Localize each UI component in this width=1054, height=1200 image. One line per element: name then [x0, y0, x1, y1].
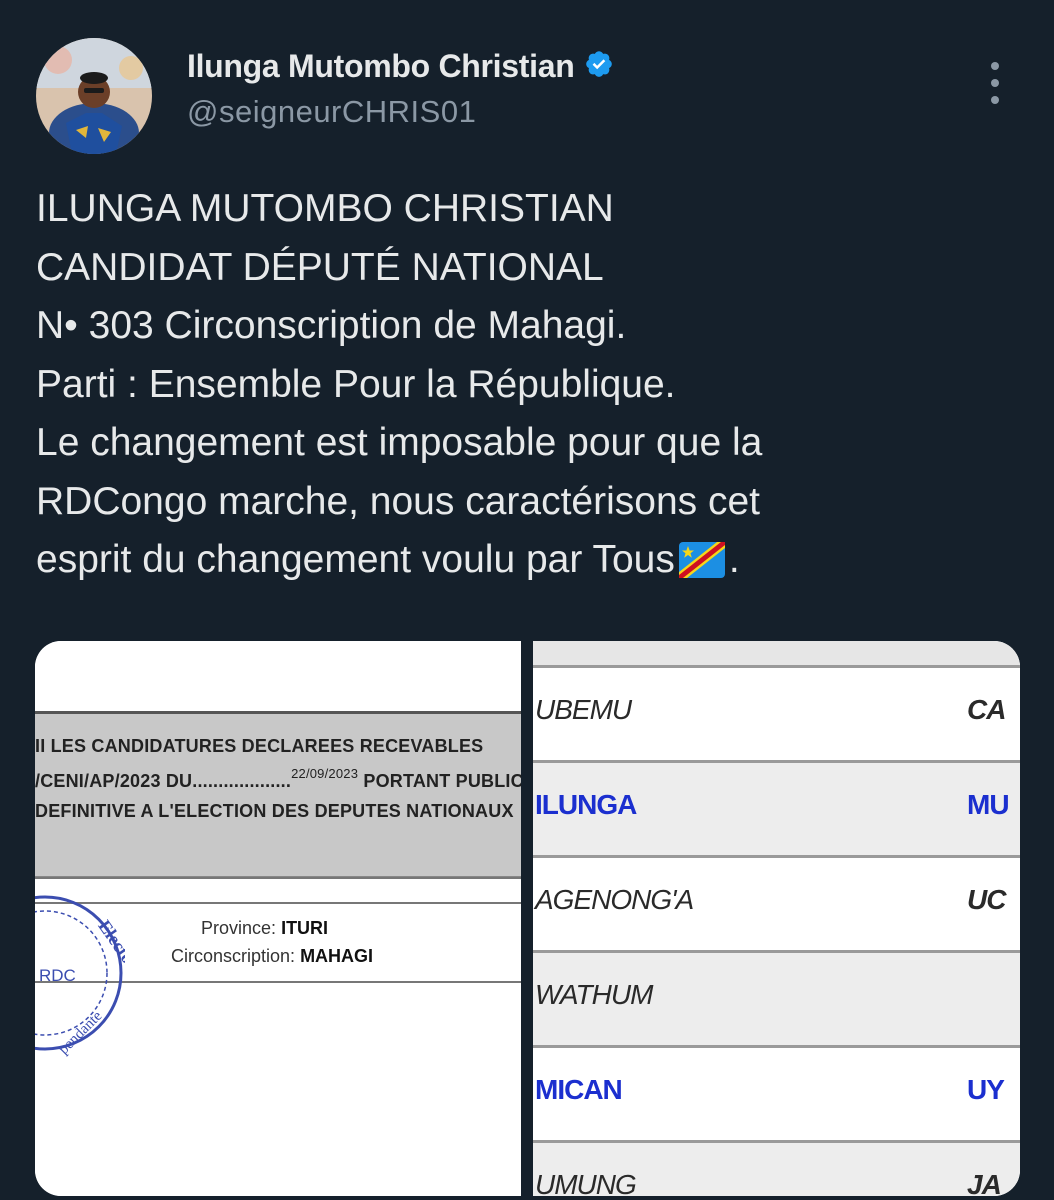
doc-heading-line-1: II LES CANDIDATURES DECLAREES RECEVABLES [35, 736, 484, 756]
circonscription-text: Circonscription: MAHAGI [171, 946, 374, 966]
media-divider [521, 641, 533, 1196]
tweet-media[interactable]: II LES CANDIDATURES DECLAREES RECEVABLES… [35, 641, 1020, 1196]
tweet-line: CANDIDAT DÉPUTÉ NATIONAL [36, 245, 604, 289]
tweet-line: RDCongo marche, nous caractérisons cet [36, 479, 760, 523]
province-text: Province: ITURI [201, 918, 329, 938]
more-options-icon[interactable] [984, 62, 1006, 104]
media-image-document[interactable]: II LES CANDIDATURES DECLAREES RECEVABLES… [35, 641, 521, 1196]
verified-badge-icon [584, 49, 614, 84]
media-image-candidate-list[interactable]: UBEMU CA ILUNGA MU AGENONG'A UC WATHUM M… [533, 641, 1020, 1196]
tweet-line: Le changement est imposable pour que la [36, 421, 763, 464]
svg-text:RDC: RDC [39, 966, 76, 985]
author-handle[interactable]: @seigneurCHRIS01 [187, 94, 476, 130]
official-stamp: Electorale RDC pendante [35, 873, 155, 1078]
tweet-text: ILUNGA MUTOMBO CHRISTIAN CANDIDAT DÉPUTÉ… [36, 180, 1026, 596]
table-row-highlighted: ILUNGA MU [533, 763, 1020, 858]
table-row-highlighted: MICAN UY [533, 1048, 1020, 1143]
author-name[interactable]: Ilunga Mutombo Christian [187, 48, 575, 85]
table-row: UBEMU CA [533, 668, 1020, 763]
author-name-row: Ilunga Mutombo Christian [187, 48, 614, 85]
table-row: WATHUM [533, 953, 1020, 1048]
drc-flag-icon [678, 537, 725, 596]
doc-heading-line-3: DEFINITIVE A L'ELECTION DES DEPUTES NATI… [35, 801, 514, 821]
table-top-strip [533, 641, 1020, 668]
doc-heading-line-2: /CENI/AP/2023 DU...................22/09… [35, 766, 521, 791]
table-row: UMUNG JA [533, 1143, 1020, 1196]
tweet-line-last: esprit du changement voulu par Tous. [36, 531, 1026, 596]
table-row: AGENONG'A UC [533, 858, 1020, 953]
tweet-line: N• 303 Circonscription de Mahagi. [36, 304, 627, 347]
avatar-image [36, 38, 152, 154]
doc-date: 22/09/2023 [291, 766, 359, 781]
tweet-line: ILUNGA MUTOMBO CHRISTIAN [36, 187, 614, 230]
tweet-line: Parti : Ensemble Pour la République. [36, 362, 676, 406]
author-avatar[interactable] [36, 38, 152, 154]
